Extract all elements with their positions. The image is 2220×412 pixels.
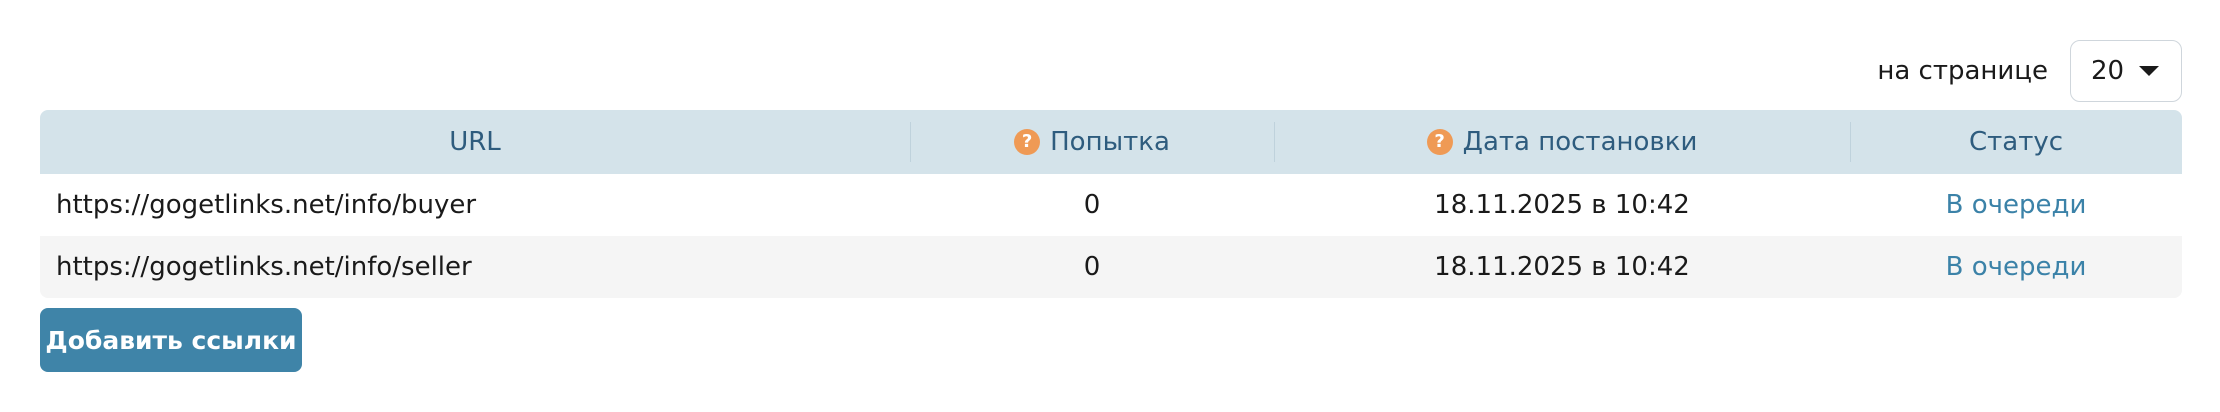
add-links-button[interactable]: Добавить ссылки bbox=[40, 308, 302, 372]
attempt-cell: 0 bbox=[1083, 252, 1101, 282]
per-page-control: на странице 20 bbox=[1877, 40, 2182, 102]
attempt-cell: 0 bbox=[1083, 190, 1101, 220]
column-header-url[interactable]: URL bbox=[40, 110, 910, 174]
url-cell: https://gogetlinks.net/info/seller bbox=[56, 252, 472, 282]
date-cell: 18.11.2025 в 10:42 bbox=[1434, 252, 1690, 282]
help-icon[interactable]: ? bbox=[1014, 129, 1041, 155]
status-link[interactable]: В очереди bbox=[1850, 190, 2182, 220]
column-header-attempt-label: Попытка bbox=[1050, 127, 1170, 157]
help-icon[interactable]: ? bbox=[1426, 129, 1453, 155]
date-cell: 18.11.2025 в 10:42 bbox=[1434, 190, 1690, 220]
status-link[interactable]: В очереди bbox=[1850, 252, 2182, 282]
column-header-attempt[interactable]: ? Попытка bbox=[910, 110, 1274, 174]
column-header-url-label: URL bbox=[449, 127, 501, 157]
column-header-date-label: Дата постановки bbox=[1462, 127, 1698, 157]
column-header-status[interactable]: Статус bbox=[1850, 110, 2182, 174]
url-cell: https://gogetlinks.net/info/buyer bbox=[56, 190, 477, 220]
per-page-value: 20 bbox=[2091, 56, 2125, 86]
chevron-down-icon bbox=[2139, 66, 2159, 76]
table-row: https://gogetlinks.net/info/seller 0 18.… bbox=[40, 236, 2182, 298]
per-page-label: на странице bbox=[1877, 56, 2048, 86]
table-header: URL ? Попытка ? Дата постановки Статус bbox=[40, 110, 2182, 174]
table-row: https://gogetlinks.net/info/buyer 0 18.1… bbox=[40, 174, 2182, 236]
column-header-date[interactable]: ? Дата постановки bbox=[1274, 110, 1850, 174]
column-header-status-label: Статус bbox=[1968, 127, 2064, 157]
links-table: URL ? Попытка ? Дата постановки Статус h… bbox=[40, 110, 2182, 298]
per-page-select[interactable]: 20 bbox=[2070, 40, 2182, 102]
